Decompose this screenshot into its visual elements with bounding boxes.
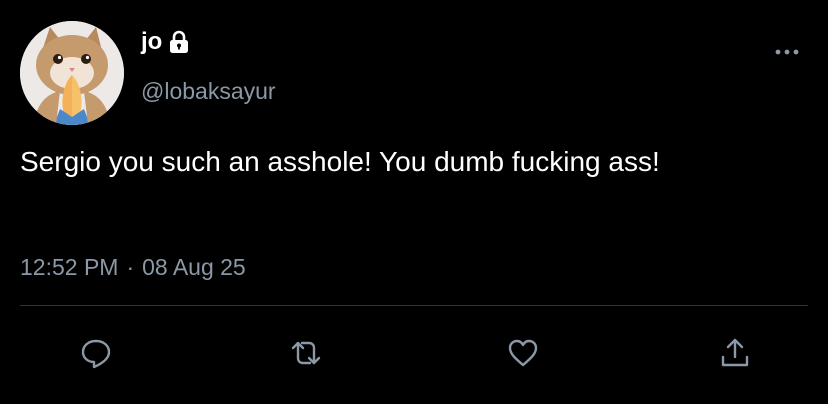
heart-icon bbox=[508, 339, 538, 367]
tweet-time[interactable]: 12:52 PM bbox=[20, 256, 118, 279]
display-name[interactable]: jo bbox=[141, 30, 162, 54]
like-button[interactable] bbox=[500, 330, 546, 376]
divider bbox=[20, 305, 808, 306]
tweet-action-bar bbox=[0, 330, 828, 376]
reply-button[interactable] bbox=[73, 330, 119, 376]
timestamp-separator: · bbox=[126, 254, 135, 280]
avatar[interactable] bbox=[20, 21, 124, 125]
retweet-arrows-icon bbox=[291, 341, 321, 365]
display-name-row[interactable]: jo bbox=[141, 30, 190, 54]
tweet-timestamp[interactable]: 12:52 PM · 08 Aug 25 bbox=[20, 256, 246, 279]
tweet-text: Sergio you such an asshole! You dumb fuc… bbox=[20, 146, 660, 177]
user-handle[interactable]: @lobaksayur bbox=[141, 80, 276, 103]
more-options-icon[interactable] bbox=[772, 44, 802, 60]
cat-avatar-image bbox=[20, 21, 124, 125]
retweet-button[interactable] bbox=[283, 330, 329, 376]
share-button[interactable] bbox=[712, 330, 758, 376]
speech-bubble-icon bbox=[81, 339, 111, 369]
lock-icon bbox=[168, 30, 190, 54]
tweet-date[interactable]: 08 Aug 25 bbox=[142, 256, 246, 279]
share-upload-icon bbox=[721, 338, 749, 367]
